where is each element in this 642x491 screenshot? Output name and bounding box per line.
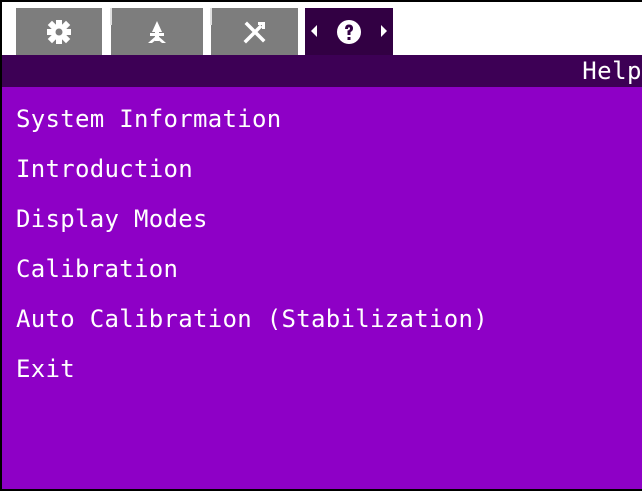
arrow-right-icon — [381, 25, 387, 37]
menu-item-display-modes[interactable]: Display Modes — [2, 196, 488, 246]
tab-navigation[interactable] — [110, 8, 203, 55]
tab-separator — [210, 8, 212, 25]
menu-item-introduction[interactable]: Introduction — [2, 146, 488, 196]
tools-icon — [243, 21, 265, 43]
tab-bar — [2, 0, 642, 71]
tab-separator — [110, 8, 112, 25]
menu-item-system-information[interactable]: System Information — [2, 96, 488, 146]
menu-item-calibration[interactable]: Calibration — [2, 246, 488, 296]
menu-item-auto-calibration[interactable]: Auto Calibration (Stabilization) — [2, 296, 488, 346]
tab-help[interactable] — [305, 8, 393, 71]
device-screen: Help System Information Introduction Dis… — [0, 0, 642, 491]
help-menu: System Information Introduction Display … — [2, 96, 488, 396]
header-bar: Help — [2, 55, 642, 87]
gear-icon — [47, 19, 71, 44]
menu-item-exit[interactable]: Exit — [2, 346, 488, 396]
help-icon — [337, 19, 361, 44]
arrow-left-icon — [311, 25, 317, 37]
tab-tools[interactable] — [210, 8, 298, 55]
page-title: Help — [582, 57, 642, 85]
compass-icon — [148, 20, 166, 43]
tab-settings[interactable] — [16, 8, 102, 55]
